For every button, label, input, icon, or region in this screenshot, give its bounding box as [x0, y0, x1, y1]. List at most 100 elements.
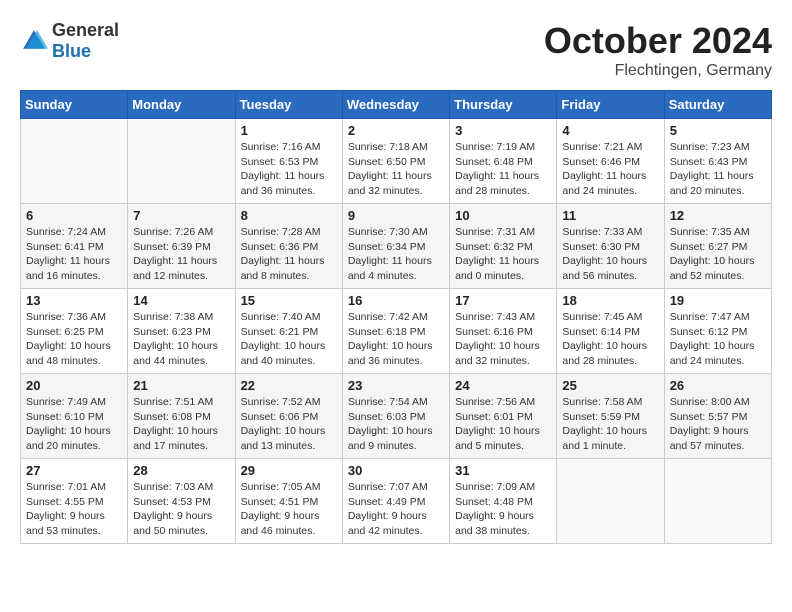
day-detail: Sunrise: 7:49 AM Sunset: 6:10 PM Dayligh…: [26, 395, 122, 454]
day-detail: Sunrise: 7:40 AM Sunset: 6:21 PM Dayligh…: [241, 310, 337, 369]
col-wednesday: Wednesday: [342, 91, 449, 119]
logo-general-text: General: [52, 20, 119, 40]
day-number: 2: [348, 123, 444, 138]
calendar-cell: 6Sunrise: 7:24 AM Sunset: 6:41 PM Daylig…: [21, 204, 128, 289]
day-detail: Sunrise: 7:33 AM Sunset: 6:30 PM Dayligh…: [562, 225, 658, 284]
header-area: General Blue October 2024 Flechtingen, G…: [20, 20, 772, 80]
day-detail: Sunrise: 7:18 AM Sunset: 6:50 PM Dayligh…: [348, 140, 444, 199]
day-detail: Sunrise: 7:03 AM Sunset: 4:53 PM Dayligh…: [133, 480, 229, 539]
day-detail: Sunrise: 7:05 AM Sunset: 4:51 PM Dayligh…: [241, 480, 337, 539]
calendar-cell: 29 Sunrise: 7:05 AM Sunset: 4:51 PM Dayli…: [235, 459, 342, 544]
day-number: 22: [241, 378, 337, 393]
day-number: 23: [348, 378, 444, 393]
calendar-cell: 20 Sunrise: 7:49 AM Sunset: 6:10 PM Dayli…: [21, 374, 128, 459]
day-number: 14: [133, 293, 229, 308]
location-title: Flechtingen, Germany: [544, 62, 772, 80]
calendar-cell: 11Sunrise: 7:33 AM Sunset: 6:30 PM Dayli…: [557, 204, 664, 289]
day-number: 1: [241, 123, 337, 138]
day-number: 3: [455, 123, 551, 138]
calendar-header-row: Sunday Monday Tuesday Wednesday Thursday…: [21, 91, 772, 119]
col-thursday: Thursday: [450, 91, 557, 119]
day-number: 29: [241, 463, 337, 478]
calendar-cell: 1 Sunrise: 7:16 AM Sunset: 6:53 PM Daylig…: [235, 119, 342, 204]
calendar-week-row-5: 27Sunrise: 7:01 AM Sunset: 4:55 PM Dayli…: [21, 459, 772, 544]
day-number: 21: [133, 378, 229, 393]
day-detail: Sunrise: 7:54 AM Sunset: 6:03 PM Dayligh…: [348, 395, 444, 454]
day-detail: Sunrise: 7:47 AM Sunset: 6:12 PM Dayligh…: [670, 310, 766, 369]
calendar-cell: 30Sunrise: 7:07 AM Sunset: 4:49 PM Dayli…: [342, 459, 449, 544]
day-number: 31: [455, 463, 551, 478]
day-number: 5: [670, 123, 766, 138]
day-detail: Sunrise: 7:38 AM Sunset: 6:23 PM Dayligh…: [133, 310, 229, 369]
logo: General Blue: [20, 20, 119, 62]
day-number: 8: [241, 208, 337, 223]
day-detail: Sunrise: 7:51 AM Sunset: 6:08 PM Dayligh…: [133, 395, 229, 454]
calendar-cell: 5Sunrise: 7:23 AM Sunset: 6:43 PM Daylig…: [664, 119, 771, 204]
day-number: 18: [562, 293, 658, 308]
day-detail: Sunrise: 7:19 AM Sunset: 6:48 PM Dayligh…: [455, 140, 551, 199]
calendar-cell: 8Sunrise: 7:28 AM Sunset: 6:36 PM Daylig…: [235, 204, 342, 289]
day-detail: Sunrise: 7:52 AM Sunset: 6:06 PM Dayligh…: [241, 395, 337, 454]
day-detail: Sunrise: 7:42 AM Sunset: 6:18 PM Dayligh…: [348, 310, 444, 369]
calendar-cell: [21, 119, 128, 204]
calendar-cell: 19 Sunrise: 7:47 AM Sunset: 6:12 PM Dayli…: [664, 289, 771, 374]
day-number: 13: [26, 293, 122, 308]
calendar-cell: 21 Sunrise: 7:51 AM Sunset: 6:08 PM Dayli…: [128, 374, 235, 459]
day-number: 12: [670, 208, 766, 223]
col-monday: Monday: [128, 91, 235, 119]
calendar-week-row-1: 1 Sunrise: 7:16 AM Sunset: 6:53 PM Daylig…: [21, 119, 772, 204]
title-area: October 2024 Flechtingen, Germany: [544, 20, 772, 80]
day-detail: Sunrise: 7:30 AM Sunset: 6:34 PM Dayligh…: [348, 225, 444, 284]
day-number: 30: [348, 463, 444, 478]
calendar-cell: 24Sunrise: 7:56 AM Sunset: 6:01 PM Dayli…: [450, 374, 557, 459]
calendar-cell: 26Sunrise: 8:00 AM Sunset: 5:57 PM Dayli…: [664, 374, 771, 459]
calendar-cell: [664, 459, 771, 544]
col-saturday: Saturday: [664, 91, 771, 119]
day-detail: Sunrise: 7:35 AM Sunset: 6:27 PM Dayligh…: [670, 225, 766, 284]
day-detail: Sunrise: 7:36 AM Sunset: 6:25 PM Dayligh…: [26, 310, 122, 369]
day-detail: Sunrise: 7:09 AM Sunset: 4:48 PM Dayligh…: [455, 480, 551, 539]
day-detail: Sunrise: 7:16 AM Sunset: 6:53 PM Dayligh…: [241, 140, 337, 199]
col-sunday: Sunday: [21, 91, 128, 119]
logo-icon: [20, 27, 48, 55]
day-detail: Sunrise: 7:01 AM Sunset: 4:55 PM Dayligh…: [26, 480, 122, 539]
day-number: 10: [455, 208, 551, 223]
day-number: 9: [348, 208, 444, 223]
calendar-week-row-2: 6Sunrise: 7:24 AM Sunset: 6:41 PM Daylig…: [21, 204, 772, 289]
day-detail: Sunrise: 8:00 AM Sunset: 5:57 PM Dayligh…: [670, 395, 766, 454]
logo-blue-text: Blue: [52, 41, 91, 61]
calendar-cell: 13 Sunrise: 7:36 AM Sunset: 6:25 PM Dayli…: [21, 289, 128, 374]
col-friday: Friday: [557, 91, 664, 119]
day-number: 28: [133, 463, 229, 478]
day-detail: Sunrise: 7:56 AM Sunset: 6:01 PM Dayligh…: [455, 395, 551, 454]
calendar-cell: 4 Sunrise: 7:21 AM Sunset: 6:46 PM Daylig…: [557, 119, 664, 204]
day-detail: Sunrise: 7:21 AM Sunset: 6:46 PM Dayligh…: [562, 140, 658, 199]
calendar-cell: 23 Sunrise: 7:54 AM Sunset: 6:03 PM Dayli…: [342, 374, 449, 459]
day-number: 19: [670, 293, 766, 308]
calendar-table: Sunday Monday Tuesday Wednesday Thursday…: [20, 90, 772, 544]
col-tuesday: Tuesday: [235, 91, 342, 119]
calendar-cell: 2 Sunrise: 7:18 AM Sunset: 6:50 PM Daylig…: [342, 119, 449, 204]
day-detail: Sunrise: 7:26 AM Sunset: 6:39 PM Dayligh…: [133, 225, 229, 284]
calendar-cell: 18 Sunrise: 7:45 AM Sunset: 6:14 PM Dayli…: [557, 289, 664, 374]
day-number: 16: [348, 293, 444, 308]
day-number: 20: [26, 378, 122, 393]
month-title: October 2024: [544, 20, 772, 62]
day-detail: Sunrise: 7:45 AM Sunset: 6:14 PM Dayligh…: [562, 310, 658, 369]
calendar-cell: 15 Sunrise: 7:40 AM Sunset: 6:21 PM Dayli…: [235, 289, 342, 374]
day-detail: Sunrise: 7:58 AM Sunset: 5:59 PM Dayligh…: [562, 395, 658, 454]
calendar-cell: 31 Sunrise: 7:09 AM Sunset: 4:48 PM Dayli…: [450, 459, 557, 544]
calendar-cell: 22 Sunrise: 7:52 AM Sunset: 6:06 PM Dayli…: [235, 374, 342, 459]
calendar-cell: 27Sunrise: 7:01 AM Sunset: 4:55 PM Dayli…: [21, 459, 128, 544]
day-number: 15: [241, 293, 337, 308]
day-number: 6: [26, 208, 122, 223]
calendar-cell: 25Sunrise: 7:58 AM Sunset: 5:59 PM Dayli…: [557, 374, 664, 459]
day-number: 4: [562, 123, 658, 138]
day-number: 17: [455, 293, 551, 308]
calendar-cell: 10Sunrise: 7:31 AM Sunset: 6:32 PM Dayli…: [450, 204, 557, 289]
calendar-cell: 14 Sunrise: 7:38 AM Sunset: 6:23 PM Dayli…: [128, 289, 235, 374]
calendar-cell: 3 Sunrise: 7:19 AM Sunset: 6:48 PM Daylig…: [450, 119, 557, 204]
calendar-cell: [557, 459, 664, 544]
calendar-cell: 17Sunrise: 7:43 AM Sunset: 6:16 PM Dayli…: [450, 289, 557, 374]
calendar-cell: 28 Sunrise: 7:03 AM Sunset: 4:53 PM Dayli…: [128, 459, 235, 544]
